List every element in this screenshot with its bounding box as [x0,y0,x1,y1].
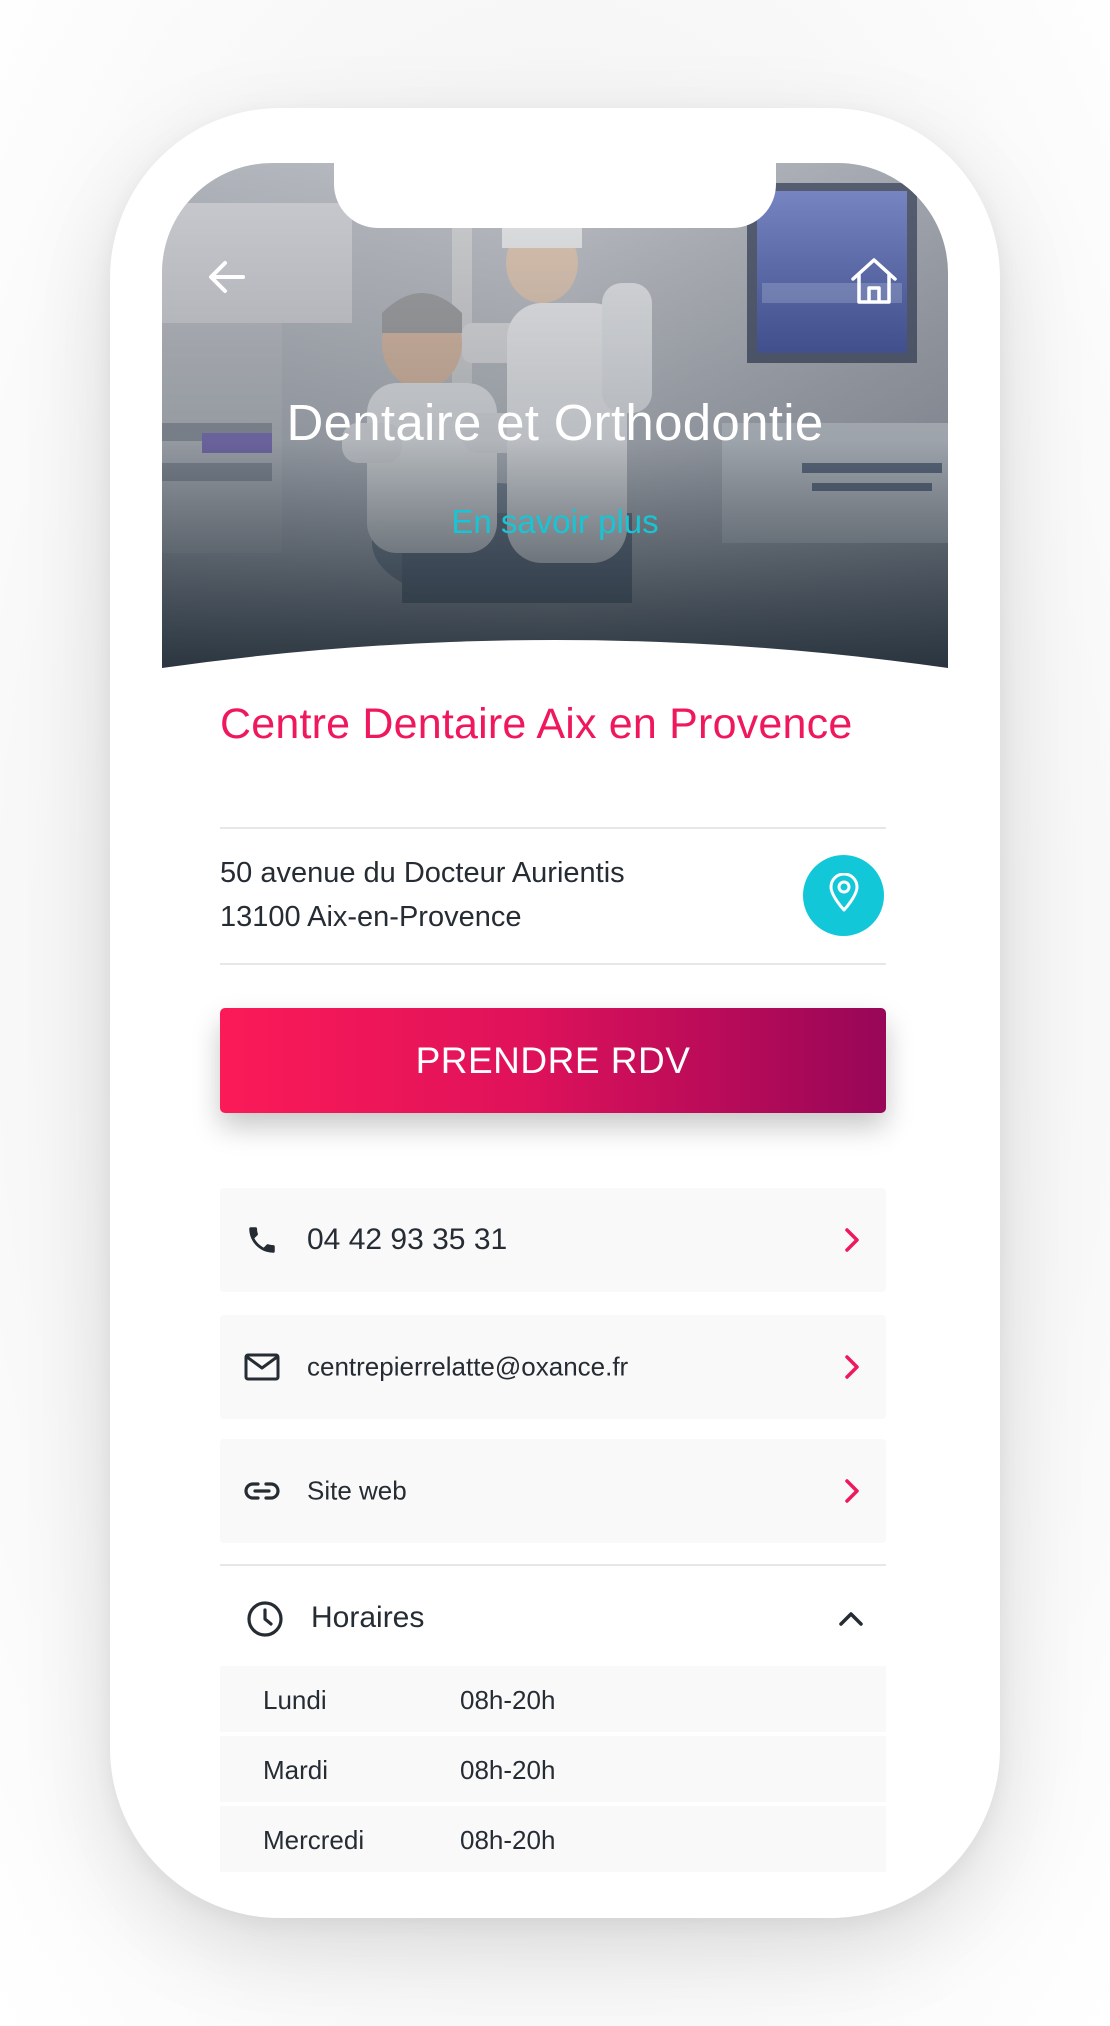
clock-icon [246,1600,284,1638]
chevron-right-icon [840,1225,864,1255]
book-appointment-button[interactable]: PRENDRE RDV [220,1008,886,1113]
link-icon [242,1471,282,1511]
app-screen: Dentaire et Orthodontie En savoir plus C… [162,163,948,1918]
chevron-up-icon [836,1604,866,1634]
clinic-name: Centre Dentaire Aix en Provence [220,700,853,748]
email-address: centrepierrelatte@oxance.fr [307,1351,629,1382]
hours-row: Mercredi 08h-20h [220,1806,886,1872]
home-button[interactable] [842,251,906,315]
divider [220,963,886,965]
hours-day: Lundi [263,1685,327,1715]
device-mockup-stage: Dentaire et Orthodontie En savoir plus C… [0,0,1110,2026]
hours-toggle[interactable]: Horaires [220,1566,886,1666]
hours-day: Mardi [263,1755,329,1785]
address-line-1: 50 avenue du Docteur Aurientis [220,857,625,889]
website-label: Site web [307,1475,407,1506]
address-text: 50 avenue du Docteur Aurientis 13100 Aix… [220,829,886,963]
phone-row[interactable]: 04 42 93 35 31 [220,1188,886,1292]
phone-icon [242,1220,282,1260]
phone-notch [334,163,776,228]
map-pin-icon [825,872,863,918]
address-line-2: 13100 Aix-en-Provence [220,901,522,933]
email-row[interactable]: centrepierrelatte@oxance.fr [220,1315,886,1419]
arrow-left-icon [207,260,245,299]
map-button[interactable] [803,855,884,936]
hero-banner: Dentaire et Orthodontie En savoir plus [162,163,948,668]
chevron-right-icon [840,1476,864,1506]
mail-icon [242,1347,282,1387]
hero-bottom-curve [162,640,948,668]
hours-day: Mercredi [263,1825,365,1855]
clinic-details: Centre Dentaire Aix en Provence 50 avenu… [220,668,886,1876]
learn-more-link[interactable]: En savoir plus [162,503,948,541]
phone-number: 04 42 93 35 31 [307,1223,508,1256]
hours-time: 08h-20h [460,1685,556,1715]
chevron-right-icon [840,1352,864,1382]
hours-time: 08h-20h [460,1825,556,1855]
home-icon [848,255,900,312]
back-button[interactable] [198,251,254,307]
address-section: 50 avenue du Docteur Aurientis 13100 Aix… [220,827,886,965]
hours-row: Lundi 08h-20h [220,1666,886,1732]
website-row[interactable]: Site web [220,1439,886,1543]
phone-frame: Dentaire et Orthodontie En savoir plus C… [110,108,1000,1918]
hero-title: Dentaire et Orthodontie [286,394,824,451]
hours-row: Mardi 08h-20h [220,1736,886,1802]
hours-title: Horaires [311,1601,425,1634]
hours-time: 08h-20h [460,1755,556,1785]
